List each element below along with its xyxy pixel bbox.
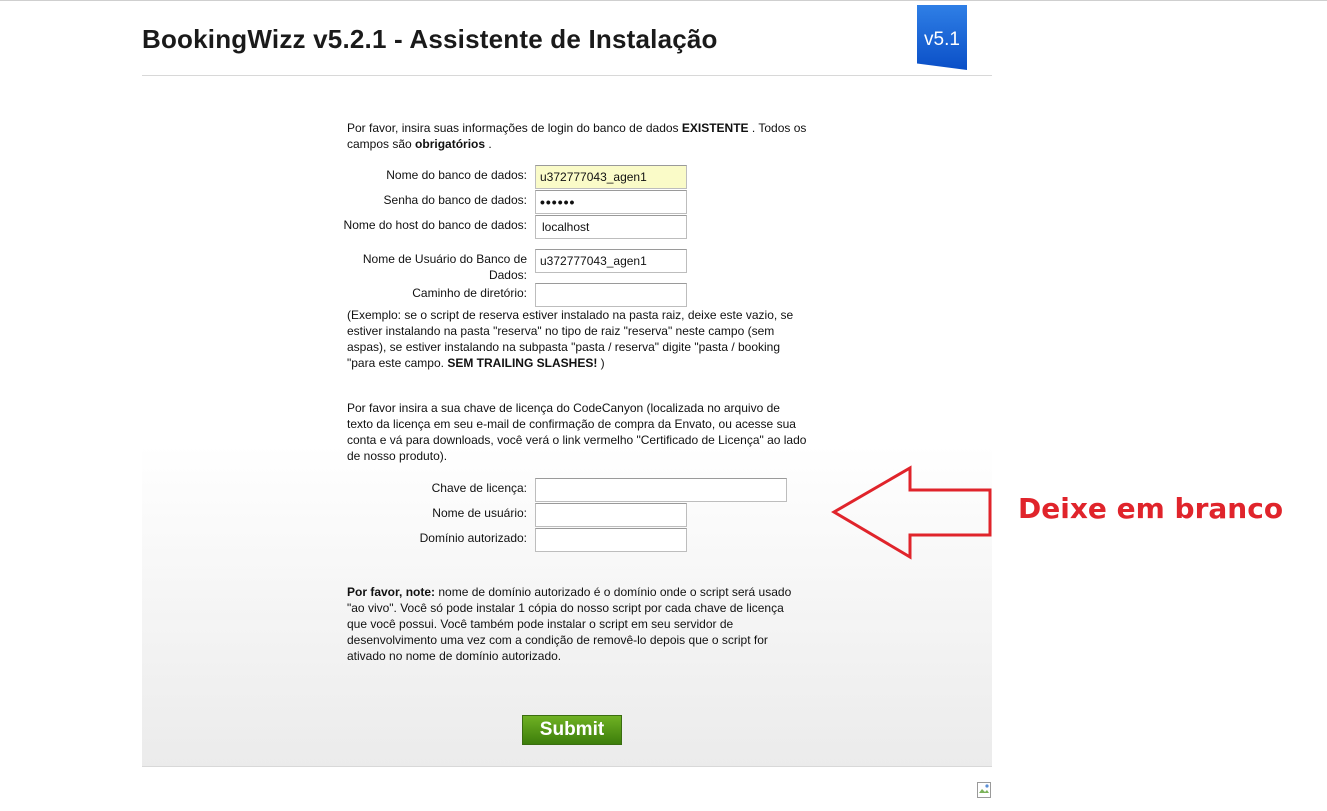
intro-existing: EXISTENTE bbox=[681, 121, 749, 135]
intro-end: . bbox=[485, 137, 492, 151]
version-badge: v5.1 bbox=[917, 5, 967, 70]
domain-note: Por favor, note: nome de domínio autoriz… bbox=[347, 584, 807, 664]
example-end: ) bbox=[597, 356, 605, 370]
license-username-label: Nome de usuário: bbox=[432, 506, 527, 520]
db-name-input[interactable]: u372777043_agen1 bbox=[535, 165, 687, 189]
example-bold: SEM TRAILING SLASHES! bbox=[447, 356, 598, 370]
authorized-domain-input[interactable] bbox=[535, 528, 687, 552]
footer-divider bbox=[142, 766, 992, 767]
page-title: BookingWizz v5.2.1 - Assistente de Insta… bbox=[142, 24, 718, 54]
license-key-label: Chave de licença: bbox=[431, 481, 527, 495]
db-host-input[interactable]: localhost bbox=[535, 215, 687, 239]
license-username-input[interactable] bbox=[535, 503, 687, 527]
version-badge-label: v5.1 bbox=[924, 29, 960, 50]
db-host-label: Nome do host do banco de dados: bbox=[343, 218, 527, 232]
intro-required: obrigatórios bbox=[415, 137, 486, 151]
db-password-label: Senha do banco de dados: bbox=[383, 193, 527, 207]
db-user-input[interactable]: u372777043_agen1 bbox=[535, 249, 687, 273]
license-instructions: Por favor insira a sua chave de licença … bbox=[347, 401, 807, 463]
annotation-leave-blank: Deixe em branco bbox=[1018, 492, 1284, 525]
db-host-value: localhost bbox=[542, 220, 590, 234]
db-user-label: Nome de Usuário do Banco de Dados: bbox=[362, 252, 527, 282]
installer-panel: BookingWizz v5.2.1 - Assistente de Insta… bbox=[142, 5, 992, 767]
path-input[interactable] bbox=[535, 283, 687, 307]
path-example-text: (Exemplo: se o script de reserva estiver… bbox=[347, 307, 807, 371]
note-bold: Por favor, note: bbox=[347, 585, 436, 599]
broken-image-icon bbox=[977, 782, 991, 798]
intro-text: Por favor, insira suas informações de lo… bbox=[347, 120, 807, 152]
path-label: Caminho de diretório: bbox=[412, 286, 527, 300]
db-password-input[interactable]: •••••• bbox=[535, 190, 687, 214]
license-key-input[interactable] bbox=[535, 478, 787, 502]
submit-button[interactable]: Submit bbox=[522, 715, 622, 745]
left-arrow-icon bbox=[831, 465, 992, 560]
authorized-domain-label: Domínio autorizado: bbox=[419, 531, 527, 545]
db-name-label: Nome do banco de dados: bbox=[386, 168, 527, 182]
intro-prefix: Por favor, insira suas informações de lo… bbox=[347, 121, 682, 135]
header-divider bbox=[142, 75, 992, 76]
